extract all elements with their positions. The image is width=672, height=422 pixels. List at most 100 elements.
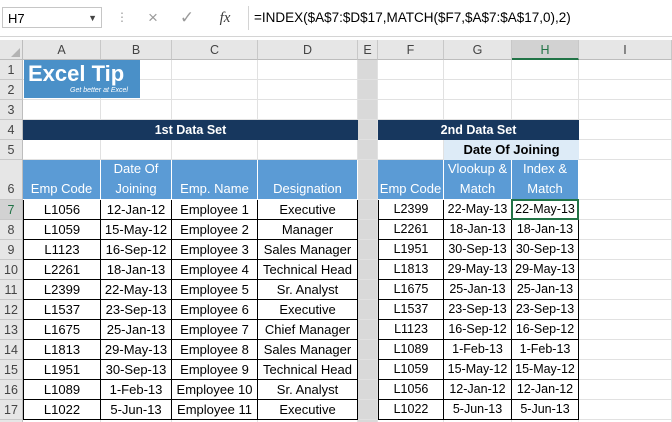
cancel-icon[interactable]: × xyxy=(140,6,166,30)
set1-cell[interactable]: Technical Head xyxy=(258,360,358,380)
set1-cell[interactable]: Employee 8 xyxy=(172,340,258,360)
set1-cell[interactable]: Sales Manager xyxy=(258,240,358,260)
set1-cell[interactable]: 23-Sep-13 xyxy=(101,300,172,320)
set2-subtitle[interactable]: Date Of Joining xyxy=(444,140,579,160)
set2-cell[interactable]: 23-Sep-13 xyxy=(444,300,512,320)
column-header-b[interactable]: B xyxy=(101,40,172,60)
column-header-d[interactable]: D xyxy=(258,40,358,60)
set2-cell[interactable]: L1089 xyxy=(378,340,444,360)
column-header-i[interactable]: I xyxy=(579,40,672,60)
set2-cell[interactable]: 1-Feb-13 xyxy=(512,340,579,360)
row-header-3[interactable]: 3 xyxy=(0,100,23,120)
set1-cell[interactable]: Employee 1 xyxy=(172,200,258,220)
formula-input[interactable]: =INDEX($A$7:$D$17,MATCH($F7,$A$7:$A$17,0… xyxy=(254,7,571,29)
set2-header-0[interactable]: Emp Code xyxy=(378,160,444,200)
set2-title[interactable]: 2nd Data Set xyxy=(378,120,579,140)
set1-cell[interactable]: L1056 xyxy=(23,200,101,220)
set1-cell[interactable]: Executive xyxy=(258,300,358,320)
set2-cell[interactable]: 25-Jan-13 xyxy=(444,280,512,300)
row-header-12[interactable]: 12 xyxy=(0,300,23,320)
row-header-5[interactable]: 5 xyxy=(0,140,23,160)
row-header-10[interactable]: 10 xyxy=(0,260,23,280)
set2-cell[interactable]: 15-May-12 xyxy=(444,360,512,380)
column-header-c[interactable]: C xyxy=(172,40,258,60)
set1-cell[interactable]: Employee 5 xyxy=(172,280,258,300)
set1-cell[interactable]: 15-May-12 xyxy=(101,220,172,240)
set1-cell[interactable]: 12-Jan-12 xyxy=(101,200,172,220)
set1-header-0[interactable]: Emp Code xyxy=(23,160,101,200)
select-all-corner[interactable] xyxy=(0,40,23,60)
set1-cell[interactable]: L1022 xyxy=(23,400,101,420)
set1-cell[interactable]: Employee 2 xyxy=(172,220,258,240)
row-header-13[interactable]: 13 xyxy=(0,320,23,340)
set2-cell[interactable]: L2261 xyxy=(378,220,444,240)
set1-cell[interactable]: 18-Jan-13 xyxy=(101,260,172,280)
set1-cell[interactable]: L1123 xyxy=(23,240,101,260)
set2-header-1[interactable]: Vlookup & Match xyxy=(444,160,512,200)
set1-cell[interactable]: 16-Sep-12 xyxy=(101,240,172,260)
column-header-e[interactable]: E xyxy=(358,40,378,60)
set2-cell[interactable]: L1813 xyxy=(378,260,444,280)
row-header-6[interactable]: 6 xyxy=(0,160,23,200)
set2-cell[interactable]: 30-Sep-13 xyxy=(512,240,579,260)
set2-cell[interactable]: L1951 xyxy=(378,240,444,260)
set1-cell[interactable]: Employee 4 xyxy=(172,260,258,280)
set2-cell[interactable]: 22-May-13 xyxy=(444,200,512,220)
set2-cell[interactable]: 23-Sep-13 xyxy=(512,300,579,320)
insert-function-icon[interactable]: fx xyxy=(212,6,238,30)
set1-cell[interactable]: Executive xyxy=(258,400,358,420)
set2-cell[interactable]: 16-Sep-12 xyxy=(444,320,512,340)
set2-cell[interactable]: L1059 xyxy=(378,360,444,380)
set1-cell[interactable]: Employee 3 xyxy=(172,240,258,260)
set1-cell[interactable]: 22-May-13 xyxy=(101,280,172,300)
set1-cell[interactable]: Sr. Analyst xyxy=(258,280,358,300)
set2-cell[interactable]: 18-Jan-13 xyxy=(444,220,512,240)
set2-cell[interactable]: 25-Jan-13 xyxy=(512,280,579,300)
set1-header-3[interactable]: Designation xyxy=(258,160,358,200)
set1-cell[interactable]: Employee 6 xyxy=(172,300,258,320)
set1-cell[interactable]: Employee 7 xyxy=(172,320,258,340)
set1-cell[interactable]: Manager xyxy=(258,220,358,240)
set1-cell[interactable]: 5-Jun-13 xyxy=(101,400,172,420)
set2-cell[interactable]: L1056 xyxy=(378,380,444,400)
set2-cell[interactable]: 5-Jun-13 xyxy=(512,400,579,420)
set1-cell[interactable]: Executive xyxy=(258,200,358,220)
set2-cell[interactable]: 5-Jun-13 xyxy=(444,400,512,420)
row-header-7[interactable]: 7 xyxy=(0,200,23,220)
set1-cell[interactable]: Technical Head xyxy=(258,260,358,280)
set1-header-2[interactable]: Emp. Name xyxy=(172,160,258,200)
set1-title[interactable]: 1st Data Set xyxy=(23,120,358,140)
set2-header-2[interactable]: Index & Match xyxy=(512,160,579,200)
set2-cell[interactable]: L1537 xyxy=(378,300,444,320)
set1-cell[interactable]: 1-Feb-13 xyxy=(101,380,172,400)
set2-cell[interactable]: 1-Feb-13 xyxy=(444,340,512,360)
set2-cell[interactable]: 16-Sep-12 xyxy=(512,320,579,340)
enter-check-icon[interactable]: ✓ xyxy=(174,6,200,30)
set2-cell[interactable]: L1022 xyxy=(378,400,444,420)
row-header-11[interactable]: 11 xyxy=(0,280,23,300)
column-header-f[interactable]: F xyxy=(378,40,444,60)
set2-cell[interactable]: 15-May-12 xyxy=(512,360,579,380)
set1-cell[interactable]: L1951 xyxy=(23,360,101,380)
row-header-2[interactable]: 2 xyxy=(0,80,23,100)
row-header-16[interactable]: 16 xyxy=(0,380,23,400)
spreadsheet-grid[interactable]: ABCDEFGHI123456789101112131415161718Exce… xyxy=(0,40,672,422)
set1-cell[interactable]: L1089 xyxy=(23,380,101,400)
row-header-4[interactable]: 4 xyxy=(0,120,23,140)
set1-cell[interactable]: L2399 xyxy=(23,280,101,300)
set1-cell[interactable]: Chief Manager xyxy=(258,320,358,340)
row-header-1[interactable]: 1 xyxy=(0,60,23,80)
column-header-a[interactable]: A xyxy=(23,40,101,60)
set1-cell[interactable]: L1675 xyxy=(23,320,101,340)
set2-cell[interactable]: 22-May-13 xyxy=(512,200,579,220)
set2-cell[interactable]: 18-Jan-13 xyxy=(512,220,579,240)
name-box[interactable]: H7 ▼ xyxy=(2,7,102,28)
set1-cell[interactable]: Employee 9 xyxy=(172,360,258,380)
set1-cell[interactable]: 30-Sep-13 xyxy=(101,360,172,380)
set1-cell[interactable]: Sr. Analyst xyxy=(258,380,358,400)
row-header-14[interactable]: 14 xyxy=(0,340,23,360)
row-header-8[interactable]: 8 xyxy=(0,220,23,240)
set2-cell[interactable]: 29-May-13 xyxy=(444,260,512,280)
set1-cell[interactable]: L1059 xyxy=(23,220,101,240)
set1-cell[interactable]: Sales Manager xyxy=(258,340,358,360)
